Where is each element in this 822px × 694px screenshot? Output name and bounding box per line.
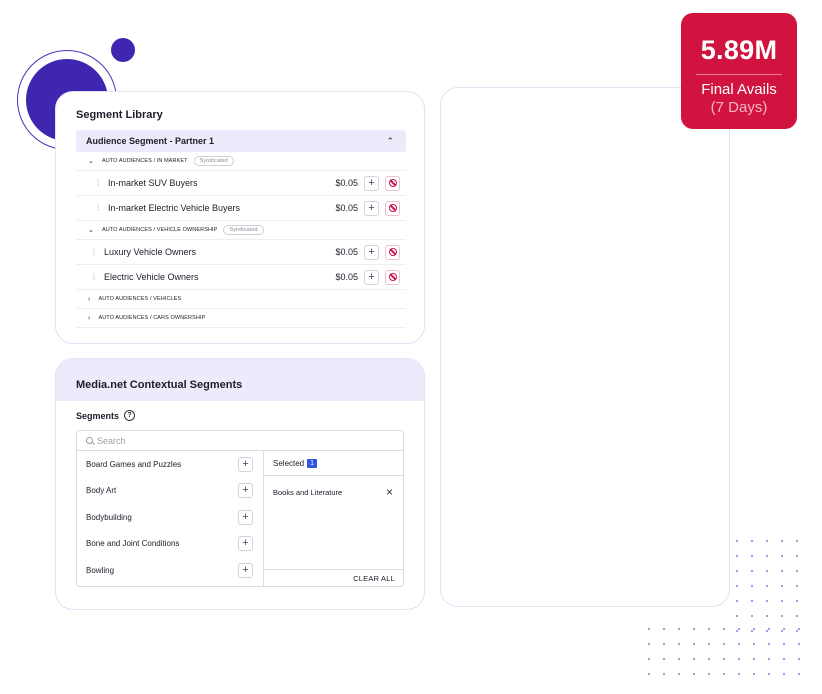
final-avails-card: 5.89M Final Avails (7 Days) xyxy=(681,13,797,129)
avails-period: (7 Days) xyxy=(710,99,768,116)
chevron-down-icon[interactable]: ⌄ xyxy=(88,226,94,234)
selected-list: Books and Literature × xyxy=(264,476,403,508)
segment-price: $0.05 xyxy=(335,247,358,257)
segment-list: ⌄ AUTO AUDIENCES / IN MARKET Syndicated ⠇ In… xyxy=(76,152,406,328)
decorative-dot-grid xyxy=(648,628,800,675)
segment-option: Bone and Joint Conditions + xyxy=(77,531,263,558)
syndicated-badge: Syndicated xyxy=(223,225,264,235)
segment-name: Luxury Vehicle Owners xyxy=(104,247,197,257)
segment-option-label: Body Art xyxy=(86,486,117,496)
block-button[interactable] xyxy=(385,200,400,216)
avails-divider xyxy=(696,74,782,75)
contextual-segments-panel: Media.net Contextual Segments Segments ?… xyxy=(55,358,425,610)
selected-label: Selected xyxy=(273,458,305,468)
add-icon[interactable]: + xyxy=(364,244,379,260)
segment-item: ⠇ In-market Electric Vehicle Buyers $0.05 + xyxy=(76,196,406,221)
add-icon[interactable]: + xyxy=(238,562,253,578)
available-segments-list: Board Games and Puzzles + Body Art + Bodybui… xyxy=(77,451,264,587)
chevron-down-icon[interactable]: ⌄ xyxy=(88,157,94,165)
block-icon xyxy=(388,248,397,256)
block-button[interactable] xyxy=(385,244,400,260)
segment-price: $0.05 xyxy=(335,178,358,188)
segment-group-row[interactable]: › AUTO AUDIENCES / VEHICLES xyxy=(76,290,406,309)
avails-label: Final Avails xyxy=(701,81,777,98)
segment-group-label: AUTO AUDIENCES / IN MARKET xyxy=(101,158,188,164)
segment-group-label: AUTO AUDIENCES / VEHICLES xyxy=(98,296,182,302)
segment-group-row[interactable]: › AUTO AUDIENCES / CARS OWNERSHIP xyxy=(76,309,406,328)
segments-label: Segments ? xyxy=(76,410,136,421)
add-icon[interactable]: + xyxy=(238,456,253,472)
segment-group-row[interactable]: ⌄ AUTO AUDIENCES / VEHICLE OWNERSHIP Syndi… xyxy=(76,221,406,240)
segment-group-row[interactable]: ⌄ AUTO AUDIENCES / IN MARKET Syndicated xyxy=(76,152,406,171)
segment-group-label: AUTO AUDIENCES / CARS OWNERSHIP xyxy=(98,315,206,321)
segment-option-label: Bodybuilding xyxy=(86,512,132,522)
segment-group-label: AUTO AUDIENCES / VEHICLE OWNERSHIP xyxy=(101,227,218,233)
chevron-right-icon[interactable]: › xyxy=(88,296,90,303)
selected-item-label: Books and Literature xyxy=(273,487,343,497)
add-icon[interactable]: + xyxy=(364,269,379,285)
segment-price: $0.05 xyxy=(335,272,358,282)
selected-count-badge: 1 xyxy=(307,458,318,468)
drag-handle-icon[interactable]: ⠇ xyxy=(86,248,104,257)
selected-header: Selected 1 xyxy=(264,451,403,476)
preview-panel xyxy=(440,87,730,607)
help-icon[interactable]: ? xyxy=(124,410,136,421)
decorative-dot-grid xyxy=(736,540,798,632)
block-icon xyxy=(388,204,397,212)
segment-name: In-market Electric Vehicle Buyers xyxy=(108,203,241,213)
segment-option: Body Art + xyxy=(77,478,263,505)
segment-picker: Board Games and Puzzles+Body Art+Bodybui… xyxy=(76,430,404,587)
clear-all-button[interactable]: CLEAR ALL xyxy=(264,569,403,587)
audience-segment-accordion[interactable]: Audience Segment - Partner 1 ⌃ xyxy=(76,130,406,152)
add-icon[interactable]: + xyxy=(238,536,253,552)
block-button[interactable] xyxy=(385,269,400,285)
segment-option-label: Board Games and Puzzles xyxy=(86,459,182,469)
segment-name: In-market SUV Buyers xyxy=(108,178,198,188)
segment-option: Bowling + xyxy=(77,557,263,584)
segment-library-panel: Segment Library Audience Segment - Partn… xyxy=(55,91,425,344)
segment-option-label: Bone and Joint Conditions xyxy=(86,539,180,549)
segment-name: Electric Vehicle Owners xyxy=(104,272,199,282)
drag-handle-icon[interactable]: ⠇ xyxy=(90,179,108,188)
search-input[interactable] xyxy=(97,435,297,446)
segment-item: ⠇ Electric Vehicle Owners $0.05 + xyxy=(76,265,406,290)
syndicated-badge: Syndicated xyxy=(193,156,234,166)
segment-option: Bodybuilding + xyxy=(77,504,263,531)
segment-item: ⠇ Luxury Vehicle Owners $0.05 + xyxy=(76,240,406,265)
contextual-title: Media.net Contextual Segments xyxy=(76,379,243,391)
segment-item: ⠇ In-market SUV Buyers $0.05 + xyxy=(76,171,406,196)
add-icon[interactable]: + xyxy=(238,509,253,525)
selected-item: Books and Literature × xyxy=(264,476,403,508)
chevron-right-icon[interactable]: › xyxy=(88,315,90,322)
avails-value: 5.89M xyxy=(700,35,778,65)
add-icon[interactable]: + xyxy=(238,483,253,499)
add-icon[interactable]: + xyxy=(364,175,379,191)
picker-columns: Board Games and Puzzles + Body Art + Bodybui… xyxy=(77,451,403,587)
segment-option-label: Bowling xyxy=(86,565,115,575)
drag-handle-icon[interactable]: ⠇ xyxy=(86,273,104,282)
add-icon[interactable]: + xyxy=(364,200,379,216)
block-button[interactable] xyxy=(385,175,400,191)
decorative-circle-small xyxy=(111,38,135,62)
segment-library-title: Segment Library xyxy=(76,109,163,121)
chevron-up-icon[interactable]: ⌃ xyxy=(386,136,394,147)
drag-handle-icon[interactable]: ⠇ xyxy=(90,204,108,213)
search-row xyxy=(77,431,403,451)
search-icon xyxy=(86,437,93,444)
block-icon xyxy=(388,179,397,187)
block-icon xyxy=(388,273,397,281)
accordion-title: Audience Segment - Partner 1 xyxy=(86,136,215,146)
selected-segments-panel: Selected 1 Books and Literature × CLEAR A… xyxy=(264,451,403,587)
segment-option: Board Games and Puzzles + xyxy=(77,451,263,478)
segment-price: $0.05 xyxy=(335,203,358,213)
close-icon[interactable]: × xyxy=(386,485,393,499)
segments-label-text: Segments xyxy=(76,410,120,421)
